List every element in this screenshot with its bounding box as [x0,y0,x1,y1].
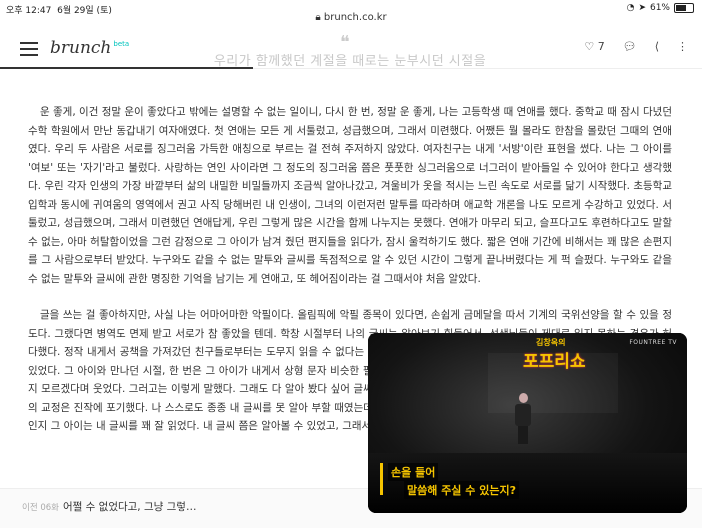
comment-icon[interactable]: 💬︎ [623,40,637,53]
menu-icon[interactable] [20,42,38,56]
prev-title[interactable]: 어쩔 수 없었다고, 그냥 그렇… [63,499,196,514]
header-actions: ♡ 7 💬︎ ⟨ ⋮ [584,40,688,53]
paragraph-1: 운 좋게, 이건 정말 운이 좋았다고 밖에는 설명할 수 없는 일이니, 다시… [28,106,672,285]
status-bar: 오후 12:47 6월 29일 (토) 🔒︎ brunch.co.kr ◔ ➤ … [0,0,702,23]
prev-label: 이전 06화 [22,503,59,513]
more-icon[interactable]: ⋮ [677,40,688,53]
caption-line-2: 말씀해 주실 수 있는지? [404,481,519,499]
location-icon: ➤ [638,3,646,13]
wifi-icon: ◔ [626,3,635,13]
battery-icon [674,3,694,13]
brunch-header: brunch beta ❝ 우리가 함께했던 계절을 때로는 눈부시던 시절을 ♡… [0,32,702,69]
like-count: 7 [597,40,605,53]
address-bar[interactable]: 🔒︎ brunch.co.kr [0,12,702,23]
caption-bar [380,463,383,495]
share-icon[interactable]: ⟨ [655,40,659,53]
like-button[interactable]: ♡ 7 [584,40,604,53]
caption-line-1: 손을 들어 [388,463,439,481]
speaker-figure [513,393,533,444]
lock-icon: 🔒︎ [315,12,321,23]
battery-percent: 61% [649,3,670,13]
channel-logo: FOUNTREE TV [629,339,677,346]
show-title: 포프리쇼 [523,352,586,372]
brunch-logo[interactable]: brunch beta [50,38,129,58]
video-pip-window[interactable]: FOUNTREE TV 김창옥의 포프리쇼 손을 들어 말씀해 주실 수 있는지… [368,333,687,513]
status-indicators: ◔ ➤ 61% [627,3,694,13]
heart-icon: ♡ [584,40,595,53]
url-text: brunch.co.kr [323,12,387,23]
reading-progress [0,67,702,69]
